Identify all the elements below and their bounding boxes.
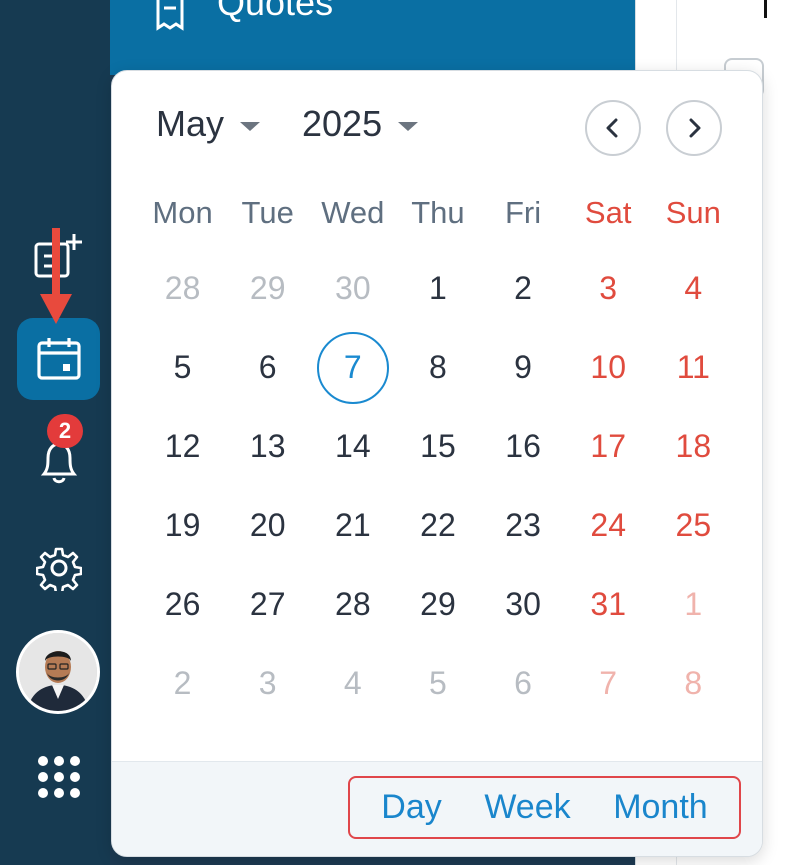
view-switcher: Day Week Month [348,776,741,839]
date-picker-popup: May 2025 Mon Tue Wed Thu Fri Sat Sun 28 … [111,70,763,857]
day-cell[interactable]: 3 [566,249,651,328]
day-cell[interactable]: 13 [225,407,310,486]
avatar[interactable] [16,630,100,714]
notification-badge: 2 [47,414,83,448]
day-cell[interactable]: 19 [140,486,225,565]
weekday-label: Wed [321,194,385,230]
day-cell[interactable]: 24 [566,486,651,565]
annotation-arrow [52,228,60,298]
top-nav-strip: Quotes [110,0,635,75]
month-view-button[interactable]: Month [613,788,708,827]
annotation-arrow-head [40,294,72,324]
day-cell[interactable]: 8 [395,328,480,407]
calendar-icon [36,336,82,382]
weekday-header: Mon Tue Wed Thu Fri Sat Sun [140,176,736,249]
weekday-label: Sat [584,194,632,230]
weekday-label: Sun [665,194,721,230]
apps-grid-icon[interactable] [36,754,82,800]
day-cell[interactable]: 16 [481,407,566,486]
weekday-label: Tue [241,194,294,230]
day-view-button[interactable]: Day [381,788,441,827]
receipt-icon [152,0,192,34]
year-value: 2025 [302,103,383,144]
day-cell[interactable]: 5 [395,644,480,723]
day-cell[interactable]: 2 [140,644,225,723]
quotes-label[interactable]: Quotes [217,0,333,24]
prev-month-button[interactable] [585,100,641,156]
week-row: 2 3 4 5 6 7 8 [140,644,736,723]
weekday-label: Mon [152,194,213,230]
month-value: May [156,103,225,144]
calendar-button[interactable] [17,318,100,400]
picker-footer: Day Week Month [112,761,762,856]
weekday-label: Fri [504,194,542,230]
day-cell[interactable]: 20 [225,486,310,565]
day-cell[interactable]: 3 [225,644,310,723]
day-cell[interactable]: 23 [481,486,566,565]
day-cell[interactable]: 14 [310,407,395,486]
day-cell[interactable]: 28 [310,565,395,644]
chevron-down-icon [240,121,261,131]
day-cell[interactable]: 6 [481,644,566,723]
day-cell[interactable]: 29 [395,565,480,644]
day-cell[interactable]: 30 [481,565,566,644]
cursor-mark [764,0,767,18]
week-row: 12 13 14 15 16 17 18 [140,407,736,486]
chevron-right-icon [689,118,701,138]
day-cell[interactable]: 1 [651,565,736,644]
week-row: 28 29 30 1 2 3 4 [140,249,736,328]
year-select[interactable]: 2025 [302,103,419,145]
day-cell[interactable]: 7 [566,644,651,723]
chevron-down-icon [398,121,419,131]
day-cell[interactable]: 27 [225,565,310,644]
day-cell[interactable]: 17 [566,407,651,486]
day-cell[interactable]: 9 [481,328,566,407]
day-cell[interactable]: 6 [225,328,310,407]
weekday-label: Thu [411,194,465,230]
week-row: 5 6 7 8 9 10 11 [140,328,736,407]
day-cell[interactable]: 5 [140,328,225,407]
day-cell[interactable]: 4 [310,644,395,723]
day-cell[interactable]: 18 [651,407,736,486]
day-cell[interactable]: 26 [140,565,225,644]
day-cell[interactable]: 21 [310,486,395,565]
gear-icon[interactable] [36,545,82,591]
day-cell[interactable]: 4 [651,249,736,328]
day-cell[interactable]: 29 [225,249,310,328]
week-row: 26 27 28 29 30 31 1 [140,565,736,644]
day-cell[interactable]: 11 [651,328,736,407]
day-cell[interactable]: 28 [140,249,225,328]
left-rail: 2 [0,0,110,865]
day-cell[interactable]: 31 [566,565,651,644]
day-cell[interactable]: 2 [481,249,566,328]
month-select[interactable]: May [156,103,261,145]
calendar-grid: Mon Tue Wed Thu Fri Sat Sun 28 29 30 1 2… [140,176,736,723]
today-ring [316,331,389,404]
week-view-button[interactable]: Week [484,788,570,827]
day-cell[interactable]: 10 [566,328,651,407]
next-month-button[interactable] [666,100,722,156]
day-cell[interactable]: 12 [140,407,225,486]
week-row: 19 20 21 22 23 24 25 [140,486,736,565]
day-cell[interactable]: 22 [395,486,480,565]
day-cell[interactable]: 15 [395,407,480,486]
day-cell[interactable]: 1 [395,249,480,328]
day-cell[interactable]: 25 [651,486,736,565]
day-cell[interactable]: 30 [310,249,395,328]
day-cell[interactable]: 8 [651,644,736,723]
chevron-left-icon [606,118,618,138]
day-cell-today[interactable]: 7 [310,328,395,407]
